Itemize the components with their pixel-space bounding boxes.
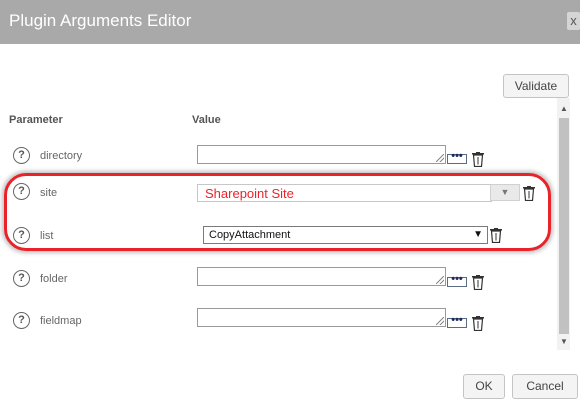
help-icon[interactable]: ?	[13, 270, 30, 287]
help-icon[interactable]: ?	[13, 147, 30, 164]
cancel-button[interactable]: Cancel	[512, 374, 578, 399]
trash-icon[interactable]	[472, 275, 484, 290]
more-options-icon[interactable]: •••	[447, 274, 467, 287]
directory-field[interactable]	[197, 145, 446, 164]
fieldmap-field[interactable]	[197, 308, 446, 327]
resize-grip-icon[interactable]	[436, 154, 444, 162]
more-options-icon[interactable]: •••	[447, 315, 467, 328]
folder-field[interactable]	[197, 267, 446, 286]
more-options-icon[interactable]: •••	[447, 151, 467, 164]
ok-button[interactable]: OK	[463, 374, 505, 399]
trash-icon[interactable]	[490, 228, 502, 243]
param-label-fieldmap: fieldmap	[40, 315, 82, 327]
resize-grip-icon[interactable]	[436, 317, 444, 325]
trash-icon[interactable]	[472, 316, 484, 331]
dropdown-arrow-icon[interactable]: ▼	[473, 227, 483, 243]
site-input[interactable]: Sharepoint Site	[197, 184, 492, 202]
scroll-up-icon[interactable]: ▲	[559, 104, 569, 114]
trash-icon[interactable]	[523, 186, 535, 201]
list-select[interactable]: CopyAttachment ▼	[203, 226, 488, 244]
value-column-header: Value	[192, 114, 221, 126]
param-label-folder: folder	[40, 273, 68, 285]
trash-icon[interactable]	[472, 152, 484, 167]
help-icon[interactable]: ?	[13, 312, 30, 329]
scrollbar-thumb[interactable]	[559, 118, 569, 334]
help-icon[interactable]: ?	[13, 183, 30, 200]
param-label-site: site	[40, 187, 58, 199]
help-icon[interactable]: ?	[13, 227, 30, 244]
validate-button[interactable]: Validate	[503, 74, 569, 98]
resize-grip-icon[interactable]	[436, 276, 444, 284]
dropdown-arrow-icon[interactable]: ▼	[490, 184, 520, 201]
dialog-titlebar: Plugin Arguments Editor x	[0, 0, 580, 44]
site-combobox[interactable]: Sharepoint Site ▼	[197, 184, 521, 202]
close-icon[interactable]: x	[567, 12, 580, 30]
scroll-down-icon[interactable]: ▼	[559, 337, 569, 347]
list-selected-value: CopyAttachment	[209, 229, 291, 241]
param-label-list: list	[40, 230, 54, 242]
dialog-title: Plugin Arguments Editor	[9, 11, 192, 30]
param-label-directory: directory	[40, 150, 83, 162]
parameter-column-header: Parameter	[9, 114, 63, 126]
